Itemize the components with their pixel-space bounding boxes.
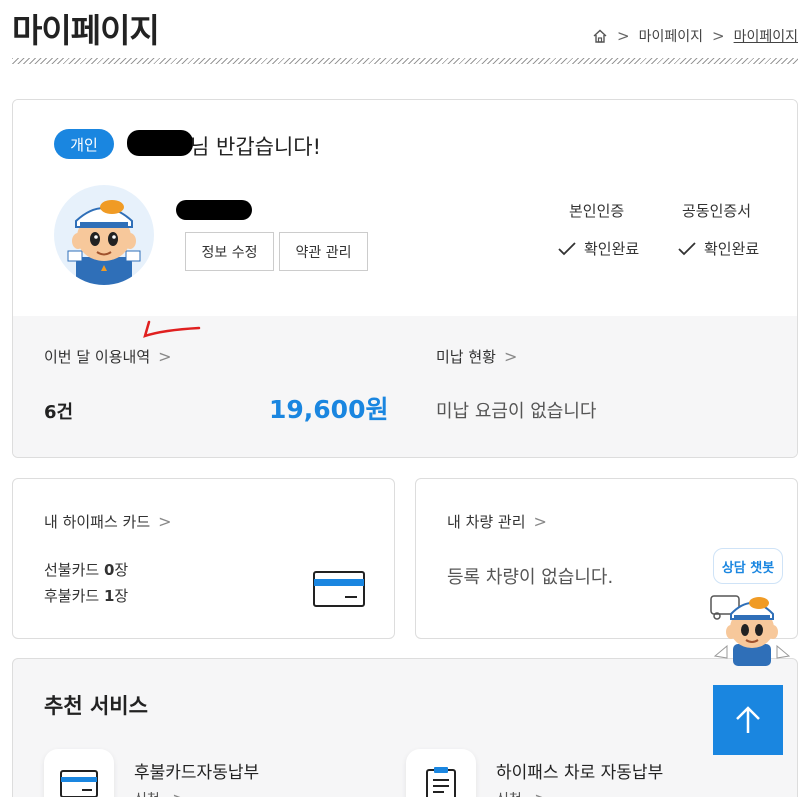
monthly-usage-link[interactable]: 이번 달 이용내역 > — [44, 346, 172, 367]
chatbot-button[interactable]: 상담 챗봇 — [705, 548, 800, 666]
title-divider — [12, 58, 798, 64]
chatbot-label: 상담 챗봇 — [713, 548, 783, 584]
chevron-right-icon: > — [617, 27, 630, 45]
postpaid-label: 후불카드 — [44, 587, 104, 605]
credit-card-icon — [60, 770, 98, 797]
manage-terms-button[interactable]: 약관 관리 — [279, 232, 368, 271]
recommend-item-icon[interactable] — [44, 749, 114, 797]
profile-card: 개인 님 반갑습니다! 정보 수정 약관 관리 본인인증 확인완료 공동인증서 … — [12, 99, 798, 458]
arrow-up-icon — [736, 706, 760, 733]
breadcrumb-item[interactable]: 마이페이지 — [639, 26, 703, 46]
red-annotation-mark — [143, 320, 201, 338]
breadcrumb: > 마이페이지 > 마이페이지 — [592, 26, 798, 46]
vehicle-management-label: 내 차량 관리 — [447, 513, 526, 531]
redacted-name — [127, 130, 193, 156]
edit-info-button[interactable]: 정보 수정 — [185, 232, 274, 271]
certificate-status: 확인완료 — [678, 238, 759, 259]
breadcrumb-current[interactable]: 마이페이지 — [734, 26, 798, 46]
check-icon — [678, 241, 696, 255]
chevron-right-icon: > — [172, 789, 185, 797]
document-icon — [426, 767, 456, 797]
chevron-right-icon: > — [533, 512, 547, 531]
unpaid-status-label: 미납 현황 — [436, 348, 496, 366]
member-type-badge: 개인 — [54, 129, 114, 159]
prepaid-count: 0 — [103, 561, 115, 579]
chevron-right-icon: > — [503, 347, 518, 366]
identity-verification-label: 본인인증 — [569, 202, 625, 220]
prepaid-label: 선불카드 — [44, 561, 104, 579]
vehicle-management-link[interactable]: 내 차량 관리 > — [447, 511, 547, 532]
recommended-services-panel: 추천 서비스 후불카드자동납부 신청 > 하이패스 차로 자동납부 신청 > — [12, 658, 798, 797]
vehicle-message: 등록 차량이 없습니다. — [447, 567, 614, 588]
recommend-item-apply[interactable]: 신청 > — [496, 789, 548, 797]
usage-amount: 19,600원 — [269, 395, 389, 424]
recommended-services-title: 추천 서비스 — [44, 694, 148, 718]
certificate-label: 공동인증서 — [682, 202, 752, 220]
scroll-to-top-button[interactable] — [713, 685, 783, 755]
redacted-id — [176, 200, 252, 220]
apply-label: 신청 — [134, 792, 160, 797]
recommend-item-icon[interactable] — [406, 749, 476, 797]
recommend-item-name[interactable]: 후불카드자동납부 — [134, 758, 259, 783]
chevron-right-icon: > — [158, 512, 172, 531]
status-text: 확인완료 — [584, 240, 640, 258]
avatar — [54, 185, 154, 285]
postpaid-card-count: 후불카드 1장 — [44, 585, 128, 606]
unpaid-message: 미납 요금이 없습니다 — [436, 401, 597, 422]
chatbot-mascot-icon — [710, 595, 791, 666]
greeting-text: 님 반갑습니다! — [190, 135, 322, 159]
credit-card-icon — [313, 571, 365, 607]
usage-panel — [13, 316, 797, 457]
recommend-item-name[interactable]: 하이패스 차로 자동납부 — [496, 758, 663, 783]
chevron-right-icon: > — [712, 27, 725, 45]
prepaid-unit: 장 — [114, 561, 129, 579]
apply-label: 신청 — [496, 792, 522, 797]
hipass-card-panel: 내 하이패스 카드 > 선불카드 0장 후불카드 1장 — [12, 478, 395, 639]
unpaid-status-link[interactable]: 미납 현황 > — [436, 346, 517, 367]
recommend-item-apply[interactable]: 신청 > — [134, 789, 186, 797]
mascot-avatar-icon — [67, 200, 141, 285]
home-icon[interactable] — [592, 28, 608, 44]
postpaid-count: 1 — [103, 587, 115, 605]
hipass-card-link[interactable]: 내 하이패스 카드 > — [44, 511, 172, 532]
hipass-card-label: 내 하이패스 카드 — [44, 513, 151, 531]
usage-count: 6건 — [44, 402, 74, 423]
prepaid-card-count: 선불카드 0장 — [44, 559, 128, 580]
status-text: 확인완료 — [704, 240, 760, 258]
check-icon — [558, 241, 576, 255]
profile-summary: 개인 님 반갑습니다! 정보 수정 약관 관리 본인인증 확인완료 공동인증서 … — [13, 100, 797, 316]
page-title: 마이페이지 — [12, 11, 160, 50]
identity-verification-status: 확인완료 — [558, 238, 639, 259]
chevron-right-icon: > — [158, 347, 172, 366]
postpaid-unit: 장 — [114, 587, 129, 605]
monthly-usage-label: 이번 달 이용내역 — [44, 348, 151, 366]
chevron-right-icon: > — [534, 789, 547, 797]
